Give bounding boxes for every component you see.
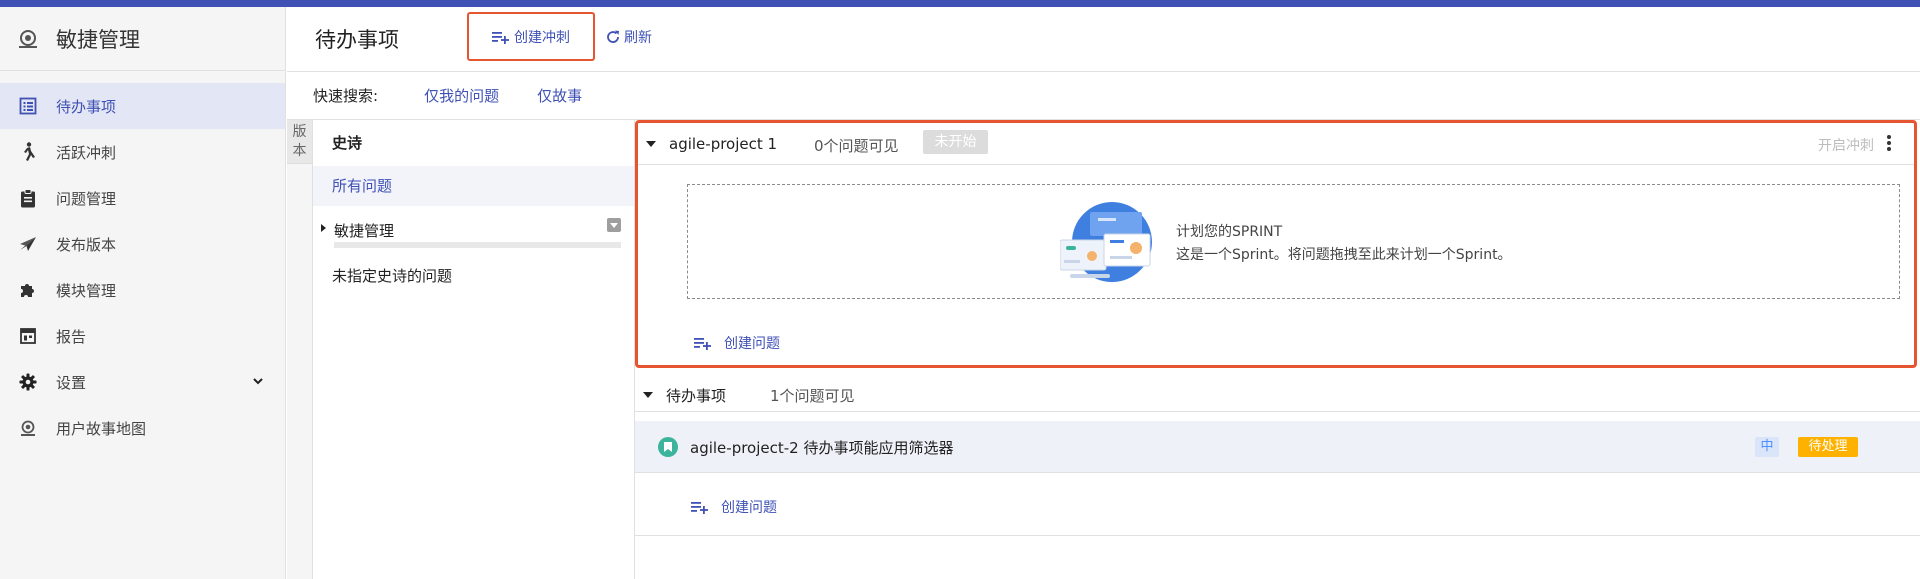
version-tab-text-2: 本 (292, 143, 307, 159)
playlist-add-icon (691, 502, 708, 514)
create-issue-label: 创建问题 (721, 500, 777, 516)
version-tab[interactable]: 版 本 (287, 120, 312, 164)
sprint-status-badge: 未开始 (923, 130, 988, 154)
top-accent-bar (0, 0, 1920, 7)
epic-all-issues[interactable]: 所有问题 (313, 166, 634, 206)
playlist-add-icon (492, 31, 509, 44)
create-issue-button[interactable]: 创建问题 (694, 333, 780, 353)
backlog-name: 待办事项 (666, 387, 727, 405)
backlog-issue-count: 1个问题可见 (770, 387, 855, 405)
sidebar-item-label: 模块管理 (56, 281, 117, 300)
sidebar-nav: 待办事项 活跃冲刺 问题管理 发布版本 模块管理 报告 设置 用户故事地图 (0, 83, 285, 451)
sidebar-item-reports[interactable]: 报告 (0, 313, 285, 359)
agile-logo-icon (19, 29, 37, 48)
main-header: 待办事项 创建冲刺 刷新 (287, 7, 1920, 72)
chevron-down-icon[interactable] (251, 374, 265, 388)
epic-unassigned[interactable]: 未指定史诗的问题 (313, 254, 634, 298)
page-title: 待办事项 (315, 28, 399, 52)
sidebar-item-issues[interactable]: 问题管理 (0, 175, 285, 221)
more-vert-icon[interactable] (1884, 135, 1894, 153)
sidebar-item-release[interactable]: 发布版本 (0, 221, 285, 267)
quick-search-label: 快速搜索: (313, 87, 379, 105)
send-icon (17, 233, 39, 255)
playlist-add-icon (694, 338, 711, 350)
status-badge: 待处理 (1798, 437, 1858, 457)
backlog-icon (17, 95, 39, 117)
sidebar-item-active-sprint[interactable]: 活跃冲刺 (0, 129, 285, 175)
sidebar-item-label: 用户故事地图 (56, 419, 147, 438)
report-icon (17, 325, 39, 347)
caret-right-icon[interactable] (321, 224, 326, 232)
epic-name: 敏捷管理 (334, 222, 395, 240)
epic-panel: 史诗 所有问题 敏捷管理 未指定史诗的问题 (313, 120, 635, 579)
sidebar: 敏捷管理 待办事项 活跃冲刺 问题管理 发布版本 模块管理 报告 设置 用户故事… (0, 7, 286, 579)
sprint-plan-illustration (1060, 202, 1152, 282)
start-sprint-button[interactable]: 开启冲刺 (1818, 135, 1874, 155)
dropdown-icon[interactable] (607, 218, 621, 232)
running-icon (17, 141, 39, 163)
collapse-arrow-icon[interactable] (643, 392, 653, 398)
refresh-label: 刷新 (624, 30, 652, 46)
priority-badge: 中 (1755, 437, 1779, 457)
sprint-area: agile-project 1 0个问题可见 未开始 开启冲刺 计划您的SPRI… (635, 120, 1920, 579)
puzzle-icon (17, 279, 39, 301)
divider (635, 535, 1920, 536)
story-map-icon (17, 417, 39, 439)
plan-sprint-title: 计划您的SPRINT (1176, 224, 1283, 240)
create-issue-button[interactable]: 创建问题 (691, 497, 777, 517)
collapse-arrow-icon[interactable] (646, 141, 656, 147)
create-sprint-button[interactable]: 创建冲刺 (467, 12, 595, 61)
filter-only-story[interactable]: 仅故事 (537, 85, 582, 106)
refresh-button[interactable]: 刷新 (605, 27, 652, 47)
sidebar-header: 敏捷管理 (0, 7, 285, 71)
backlog-header: 待办事项 1个问题可见 (635, 378, 1920, 412)
sprint-issue-count: 0个问题可见 (814, 137, 899, 155)
sprint-drop-zone[interactable]: 计划您的SPRINT 这是一个Sprint。将问题拖拽至此来计划一个Sprint… (687, 184, 1900, 299)
issue-row[interactable]: agile-project-2 待办事项能应用筛选器 中 待处理 (635, 421, 1920, 473)
create-issue-label: 创建问题 (724, 336, 780, 352)
sidebar-item-label: 问题管理 (56, 189, 117, 208)
sidebar-item-story-map[interactable]: 用户故事地图 (0, 405, 285, 451)
sprint-name[interactable]: agile-project 1 (669, 135, 777, 153)
sidebar-item-label: 活跃冲刺 (56, 143, 117, 162)
sidebar-item-backlog[interactable]: 待办事项 (0, 83, 285, 129)
gear-icon (17, 371, 39, 393)
issue-title: agile-project-2 待办事项能应用筛选器 (690, 439, 954, 457)
refresh-icon (607, 30, 619, 43)
epic-progress-bar (334, 242, 621, 248)
story-type-icon (658, 437, 678, 457)
version-tab-text-1: 版 (292, 124, 307, 140)
version-strip: 版 本 (287, 120, 313, 579)
sidebar-item-label: 报告 (56, 327, 87, 346)
clipboard-icon (17, 187, 39, 209)
filter-only-mine[interactable]: 仅我的问题 (424, 85, 499, 106)
sidebar-item-modules[interactable]: 模块管理 (0, 267, 285, 313)
epic-panel-title: 史诗 (332, 134, 363, 152)
sidebar-item-label: 待办事项 (56, 97, 117, 116)
plan-sprint-description: 这是一个Sprint。将问题拖拽至此来计划一个Sprint。 (1176, 247, 1512, 263)
sprint-panel: agile-project 1 0个问题可见 未开始 开启冲刺 计划您的SPRI… (635, 120, 1917, 368)
sprint-header: agile-project 1 0个问题可见 未开始 开启冲刺 (638, 123, 1914, 165)
quick-search-bar: 快速搜索: 仅我的问题 仅故事 (287, 72, 1920, 120)
epic-item[interactable]: 敏捷管理 (313, 206, 634, 254)
sidebar-item-settings[interactable]: 设置 (0, 359, 285, 405)
sidebar-item-label: 发布版本 (56, 235, 117, 254)
sidebar-item-label: 设置 (56, 373, 87, 392)
create-sprint-label: 创建冲刺 (514, 29, 570, 46)
app-title: 敏捷管理 (56, 27, 140, 52)
